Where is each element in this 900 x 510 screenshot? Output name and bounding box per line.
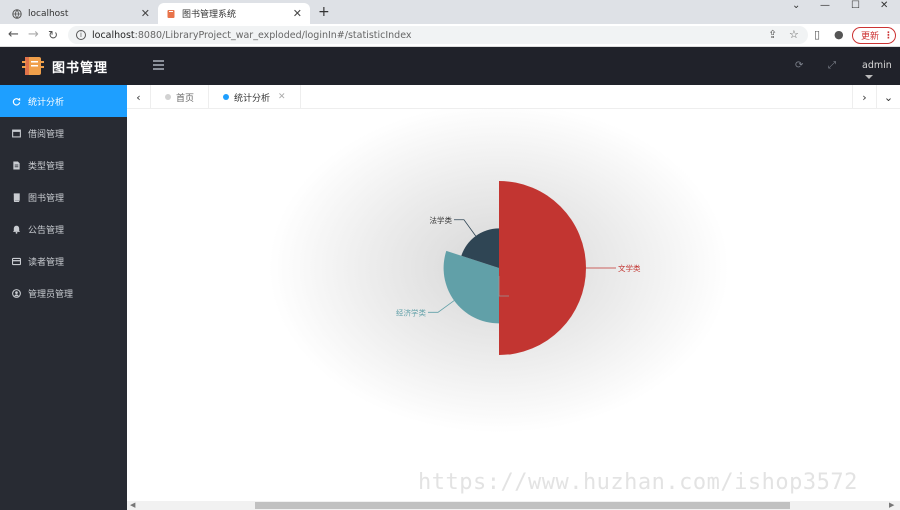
close-icon[interactable]: ✕ bbox=[278, 92, 286, 102]
browser-tab-localhost[interactable]: localhost ✕ bbox=[4, 3, 158, 24]
user-menu[interactable]: admin bbox=[862, 60, 900, 82]
sidebar-item-label: 统计分析 bbox=[28, 97, 65, 108]
sidebar-item-borrow[interactable]: 借阅管理 bbox=[0, 117, 127, 149]
sidebar-item-label: 管理员管理 bbox=[28, 289, 74, 300]
chevron-down-icon[interactable]: ⌄ bbox=[876, 85, 900, 109]
share-icon[interactable]: ⇪ bbox=[768, 28, 777, 41]
forward-arrow-icon[interactable]: → bbox=[28, 27, 39, 43]
sidepanel-icon[interactable]: ▯ bbox=[814, 28, 820, 41]
more-menu-icon[interactable]: ⋮ bbox=[884, 31, 893, 41]
sidebar-item-label: 借阅管理 bbox=[28, 129, 65, 140]
scroll-left-icon[interactable]: ◀ bbox=[130, 501, 135, 510]
tab-label: 首页 bbox=[176, 93, 195, 104]
scrollbar-thumb[interactable] bbox=[255, 502, 790, 509]
slice-label: 经济学类 bbox=[396, 307, 426, 317]
tab-statistics[interactable]: 统计分析 ✕ bbox=[209, 85, 301, 109]
address-toolbar: ← → ↻ i localhost:8080/LibraryProject_wa… bbox=[0, 24, 900, 47]
sidebar-item-admins[interactable]: 管理员管理 bbox=[0, 277, 127, 309]
profile-icon[interactable]: ● bbox=[834, 28, 844, 41]
window-icon bbox=[12, 129, 21, 137]
horizontal-scrollbar[interactable]: ◀ ▶ bbox=[127, 501, 900, 510]
globe-icon bbox=[12, 8, 22, 19]
info-icon[interactable]: i bbox=[76, 30, 86, 40]
tab-dot-icon bbox=[223, 94, 229, 100]
logo: 图书管理 bbox=[0, 47, 127, 85]
browser-tab-title: localhost bbox=[28, 8, 69, 19]
chevron-down-icon[interactable]: ⌄ bbox=[792, 0, 800, 14]
minimize-icon[interactable]: — bbox=[820, 0, 830, 14]
sidebar-item-label: 公告管理 bbox=[28, 225, 65, 236]
chart-panel: 文学类经济学类 法学类 bbox=[127, 109, 900, 501]
reload-icon[interactable]: ↻ bbox=[48, 27, 58, 43]
card-icon bbox=[12, 257, 21, 265]
chevron-left-icon[interactable]: ‹ bbox=[127, 85, 151, 109]
close-icon[interactable]: ✕ bbox=[141, 7, 150, 20]
file-icon bbox=[13, 160, 20, 170]
url-host: localhost bbox=[92, 29, 135, 41]
logo-text: 图书管理 bbox=[52, 60, 109, 76]
refresh-icon bbox=[12, 97, 21, 106]
tab-dot-icon bbox=[165, 94, 171, 100]
username: admin bbox=[862, 60, 892, 71]
url-path: :8080/LibraryProject_war_exploded/loginI… bbox=[134, 29, 412, 41]
back-arrow-icon[interactable]: ← bbox=[8, 27, 19, 43]
sidebar-item-readers[interactable]: 读者管理 bbox=[0, 245, 127, 277]
sidebar-item-notices[interactable]: 公告管理 bbox=[0, 213, 127, 245]
chevron-right-icon[interactable]: › bbox=[852, 85, 876, 109]
sidebar-item-books[interactable]: 图书管理 bbox=[0, 181, 127, 213]
sidebar-item-label: 类型管理 bbox=[28, 161, 65, 172]
fullscreen-icon[interactable]: ⤢ bbox=[828, 60, 836, 71]
sidebar-item-label: 读者管理 bbox=[28, 257, 65, 268]
url-bar[interactable]: i localhost:8080/LibraryProject_war_expl… bbox=[68, 26, 808, 44]
star-icon[interactable]: ☆ bbox=[789, 28, 799, 41]
maximize-icon[interactable]: ☐ bbox=[851, 0, 860, 14]
rose-pie-chart: 文学类经济学类 法学类 bbox=[269, 109, 729, 433]
sidebar-item-types[interactable]: 类型管理 bbox=[0, 149, 127, 181]
new-tab-icon[interactable]: + bbox=[318, 4, 330, 20]
sidebar-item-statistics[interactable]: 统计分析 bbox=[0, 85, 127, 117]
user-circle-icon bbox=[12, 288, 21, 298]
scroll-right-icon[interactable]: ▶ bbox=[889, 501, 894, 510]
update-label: 更新 bbox=[861, 32, 880, 42]
bell-icon bbox=[12, 225, 21, 234]
browser-tab-library[interactable]: 图书管理系统 ✕ bbox=[158, 3, 310, 24]
slice-label: 文学类 bbox=[618, 263, 641, 273]
browser-tabstrip: localhost ✕ 图书管理系统 ✕ + ⌄ — ☐ ✕ bbox=[0, 0, 900, 24]
sidebar: 统计分析 借阅管理 类型管理 图书管理 公告管理 读者管理 管理员管理 bbox=[0, 85, 127, 510]
caret-down-icon bbox=[865, 74, 873, 79]
book-logo-icon bbox=[22, 57, 44, 75]
close-icon[interactable]: ✕ bbox=[293, 7, 302, 20]
window-close-icon[interactable]: ✕ bbox=[880, 0, 888, 14]
tab-home[interactable]: 首页 bbox=[151, 85, 210, 109]
browser-tab-title: 图书管理系统 bbox=[182, 10, 237, 20]
sidebar-item-label: 图书管理 bbox=[28, 193, 65, 204]
menu-toggle-icon[interactable] bbox=[153, 60, 164, 70]
refresh-icon[interactable]: ⟳ bbox=[795, 60, 803, 71]
tab-label: 统计分析 bbox=[234, 93, 271, 104]
slice-label: 法学类 bbox=[429, 215, 452, 225]
app-header: 图书管理 ⟳ ⤢ admin bbox=[0, 47, 900, 85]
update-button[interactable]: 更新 ⋮ bbox=[852, 27, 896, 44]
watermark-text: https://www.huzhan.com/ishop3572 bbox=[418, 470, 858, 495]
book-favicon-icon bbox=[167, 9, 175, 18]
page-tabs: ‹ 首页 统计分析 ✕ › ⌄ bbox=[127, 85, 900, 109]
book-icon bbox=[13, 192, 20, 202]
